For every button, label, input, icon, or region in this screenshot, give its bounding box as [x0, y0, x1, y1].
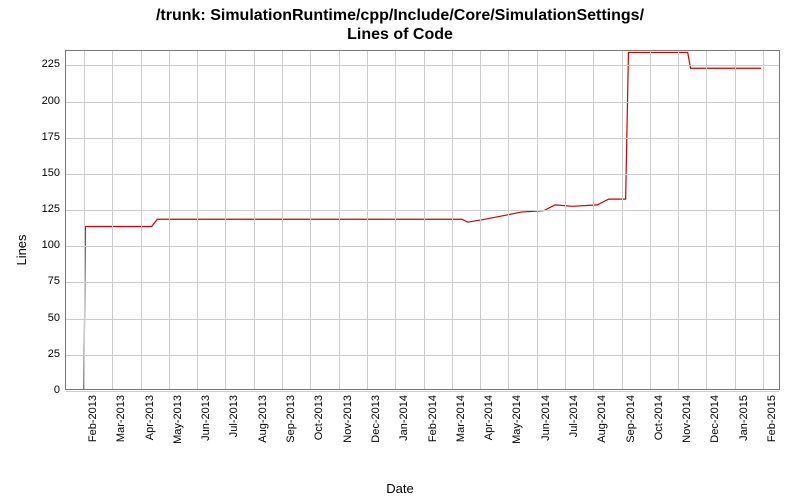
y-tick-label: 0: [5, 384, 60, 396]
gridline-v: [367, 51, 368, 389]
gridline-h: [66, 102, 779, 103]
gridline-v: [508, 51, 509, 389]
gridline-v: [424, 51, 425, 389]
x-tick-label: Oct-2014: [653, 395, 665, 440]
x-tick-label: Mar-2013: [115, 395, 127, 442]
gridline-v: [678, 51, 679, 389]
x-tick-label: Feb-2013: [87, 395, 99, 442]
series-line: [84, 52, 761, 389]
plot-area: [65, 50, 780, 390]
gridline-v: [395, 51, 396, 389]
x-tick-label: Oct-2013: [313, 395, 325, 440]
x-tick-label: Jan-2014: [398, 395, 410, 441]
gridline-v: [282, 51, 283, 389]
gridline-h: [66, 174, 779, 175]
gridline-v: [735, 51, 736, 389]
x-tick-label: May-2013: [172, 395, 184, 444]
gridline-v: [141, 51, 142, 389]
gridline-v: [565, 51, 566, 389]
y-tick-label: 200: [5, 95, 60, 107]
y-tick-label: 225: [5, 58, 60, 70]
x-tick-label: Jan-2015: [738, 395, 750, 441]
gridline-v: [763, 51, 764, 389]
x-tick-label: Feb-2014: [427, 395, 439, 442]
gridline-v: [706, 51, 707, 389]
y-tick-label: 100: [5, 239, 60, 251]
title-line-2: Lines of Code: [347, 26, 453, 43]
gridline-v: [339, 51, 340, 389]
x-tick-label: Aug-2013: [257, 395, 269, 443]
x-tick-label: Sep-2014: [625, 395, 637, 443]
x-tick-label: May-2014: [511, 395, 523, 444]
gridline-v: [84, 51, 85, 389]
gridline-h: [66, 355, 779, 356]
gridline-v: [225, 51, 226, 389]
x-tick-label: Dec-2013: [370, 395, 382, 443]
chart-title: /trunk: SimulationRuntime/cpp/Include/Co…: [0, 6, 800, 44]
gridline-v: [622, 51, 623, 389]
gridline-v: [537, 51, 538, 389]
gridline-v: [650, 51, 651, 389]
y-tick-label: 125: [5, 203, 60, 215]
gridline-h: [66, 282, 779, 283]
x-tick-label: Mar-2014: [455, 395, 467, 442]
gridline-h: [66, 65, 779, 66]
x-tick-label: Aug-2014: [596, 395, 608, 443]
x-tick-label: Nov-2014: [681, 395, 693, 443]
gridline-v: [310, 51, 311, 389]
gridline-v: [452, 51, 453, 389]
y-tick-label: 150: [5, 167, 60, 179]
x-axis-label: Date: [0, 481, 800, 496]
y-tick-label: 175: [5, 131, 60, 143]
y-tick-label: 50: [5, 312, 60, 324]
x-tick-label: Feb-2015: [766, 395, 778, 442]
gridline-h: [66, 319, 779, 320]
x-tick-label: Jul-2013: [228, 395, 240, 437]
x-tick-label: Jun-2013: [200, 395, 212, 441]
gridline-h: [66, 138, 779, 139]
gridline-v: [169, 51, 170, 389]
gridline-v: [197, 51, 198, 389]
x-tick-label: Apr-2013: [144, 395, 156, 440]
gridline-h: [66, 210, 779, 211]
x-tick-label: Nov-2013: [342, 395, 354, 443]
y-tick-label: 25: [5, 348, 60, 360]
gridline-h: [66, 391, 779, 392]
chart-container: /trunk: SimulationRuntime/cpp/Include/Co…: [0, 0, 800, 500]
gridline-h: [66, 246, 779, 247]
x-tick-label: Dec-2014: [709, 395, 721, 443]
title-line-1: /trunk: SimulationRuntime/cpp/Include/Co…: [156, 7, 644, 24]
x-tick-label: Jun-2014: [540, 395, 552, 441]
x-tick-label: Apr-2014: [483, 395, 495, 440]
x-tick-label: Sep-2013: [285, 395, 297, 443]
gridline-v: [480, 51, 481, 389]
gridline-v: [254, 51, 255, 389]
y-tick-label: 75: [5, 275, 60, 287]
gridline-v: [593, 51, 594, 389]
x-tick-label: Jul-2014: [568, 395, 580, 437]
gridline-v: [112, 51, 113, 389]
